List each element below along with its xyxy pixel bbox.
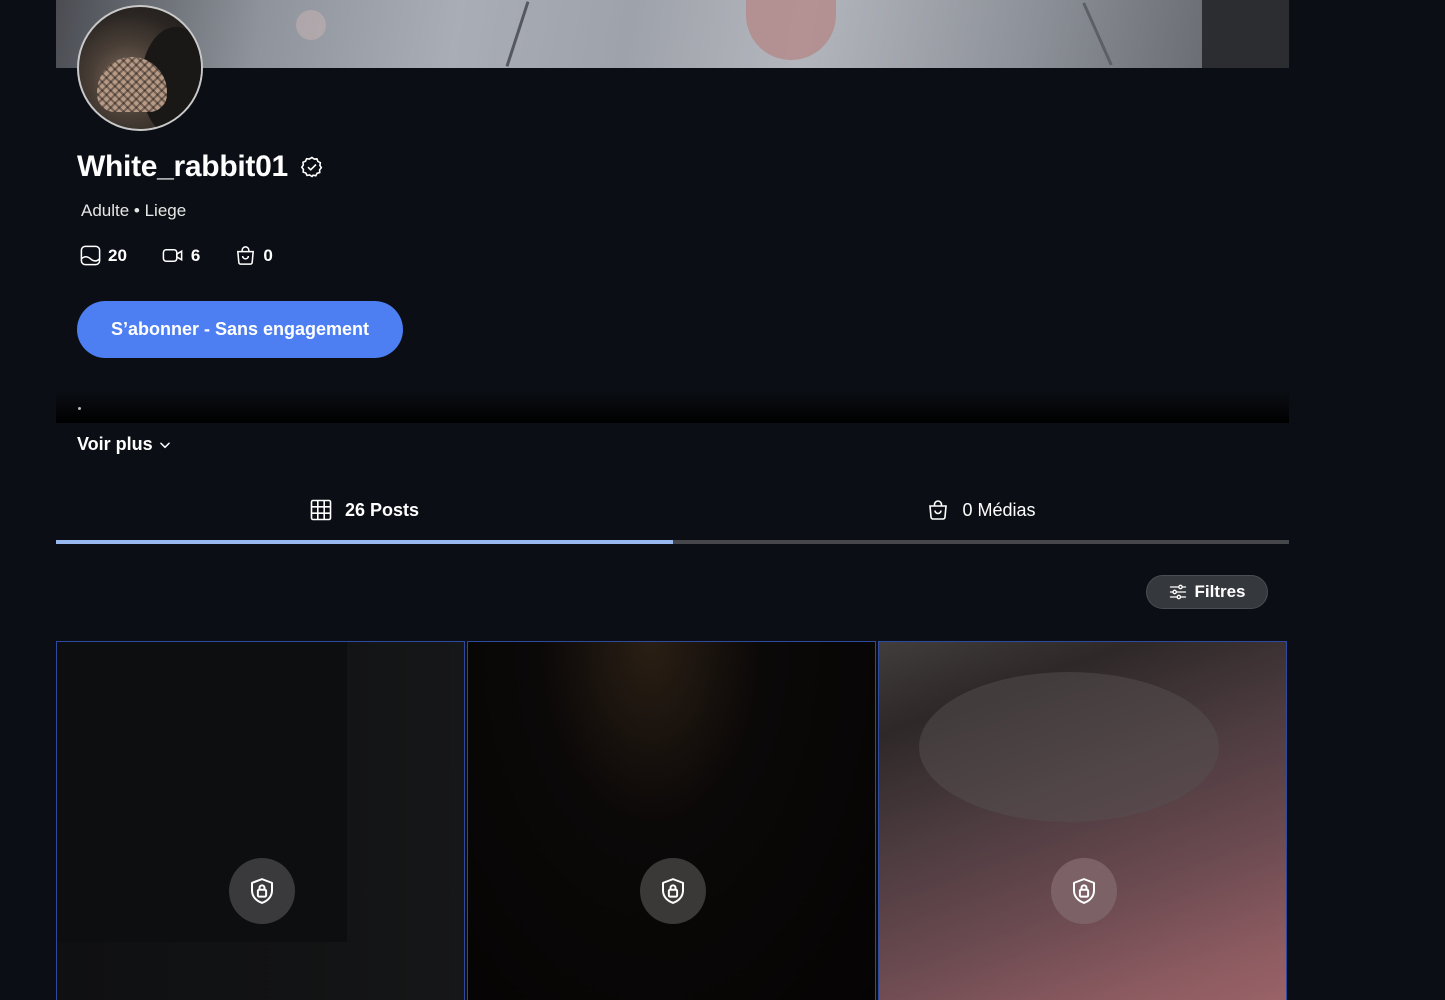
tab-medias-label: 0 Médias: [962, 499, 1036, 520]
username-row: White_rabbit01: [77, 150, 324, 184]
lock-button[interactable]: [229, 858, 295, 924]
video-camera-icon: [162, 248, 183, 263]
subscribe-button[interactable]: S’abonner - Sans engagement: [77, 301, 403, 358]
avatar[interactable]: [77, 5, 203, 131]
tab-posts-label: 26 Posts: [344, 499, 420, 520]
filters-button[interactable]: Filtres: [1146, 575, 1268, 609]
profile-page: White_rabbit01 Adulte • Liege 20 6 0 S’a…: [0, 0, 1445, 1000]
bio-fade: [56, 390, 1289, 423]
lock-shield-icon: [662, 878, 684, 904]
grid-icon: [310, 499, 332, 521]
shop-count-value: 0: [263, 245, 273, 265]
see-more-button[interactable]: Voir plus: [77, 434, 172, 455]
verified-badge-icon: [300, 156, 323, 178]
tab-medias[interactable]: 0 Médias: [673, 480, 1289, 540]
post-card[interactable]: [467, 641, 876, 1000]
bio-text: [78, 407, 81, 410]
username: White_rabbit01: [77, 150, 288, 183]
profile-stats: 20 6 0: [79, 244, 307, 267]
photo-count: 20: [79, 244, 127, 267]
photo-count-value: 20: [108, 245, 127, 265]
posts-grid: [56, 641, 1289, 1000]
profile-tabs: 26 Posts 0 Médias: [56, 480, 1289, 544]
profile-banner: [56, 0, 1289, 68]
sliders-icon: [1170, 584, 1187, 600]
lock-button[interactable]: [640, 858, 706, 924]
shopping-bag-icon: [237, 246, 255, 265]
tab-posts[interactable]: 26 Posts: [56, 480, 672, 540]
lock-button[interactable]: [1051, 858, 1117, 924]
video-count: 6: [161, 244, 200, 267]
see-more-label: Voir plus: [77, 434, 153, 454]
shop-count: 0: [234, 244, 273, 267]
lock-shield-icon: [1073, 878, 1095, 904]
post-card[interactable]: [878, 641, 1287, 1000]
banner-image: [56, 0, 1202, 68]
video-count-value: 6: [190, 245, 201, 265]
shopping-bag-icon: [929, 500, 948, 520]
tab-active-indicator: [56, 540, 673, 544]
post-card[interactable]: [56, 641, 465, 1000]
filters-label: Filtres: [1194, 582, 1246, 601]
photo-icon: [80, 245, 101, 266]
chevron-down-icon: [159, 441, 170, 448]
lock-shield-icon: [251, 878, 273, 904]
profile-subtitle: Adulte • Liege: [81, 201, 187, 220]
